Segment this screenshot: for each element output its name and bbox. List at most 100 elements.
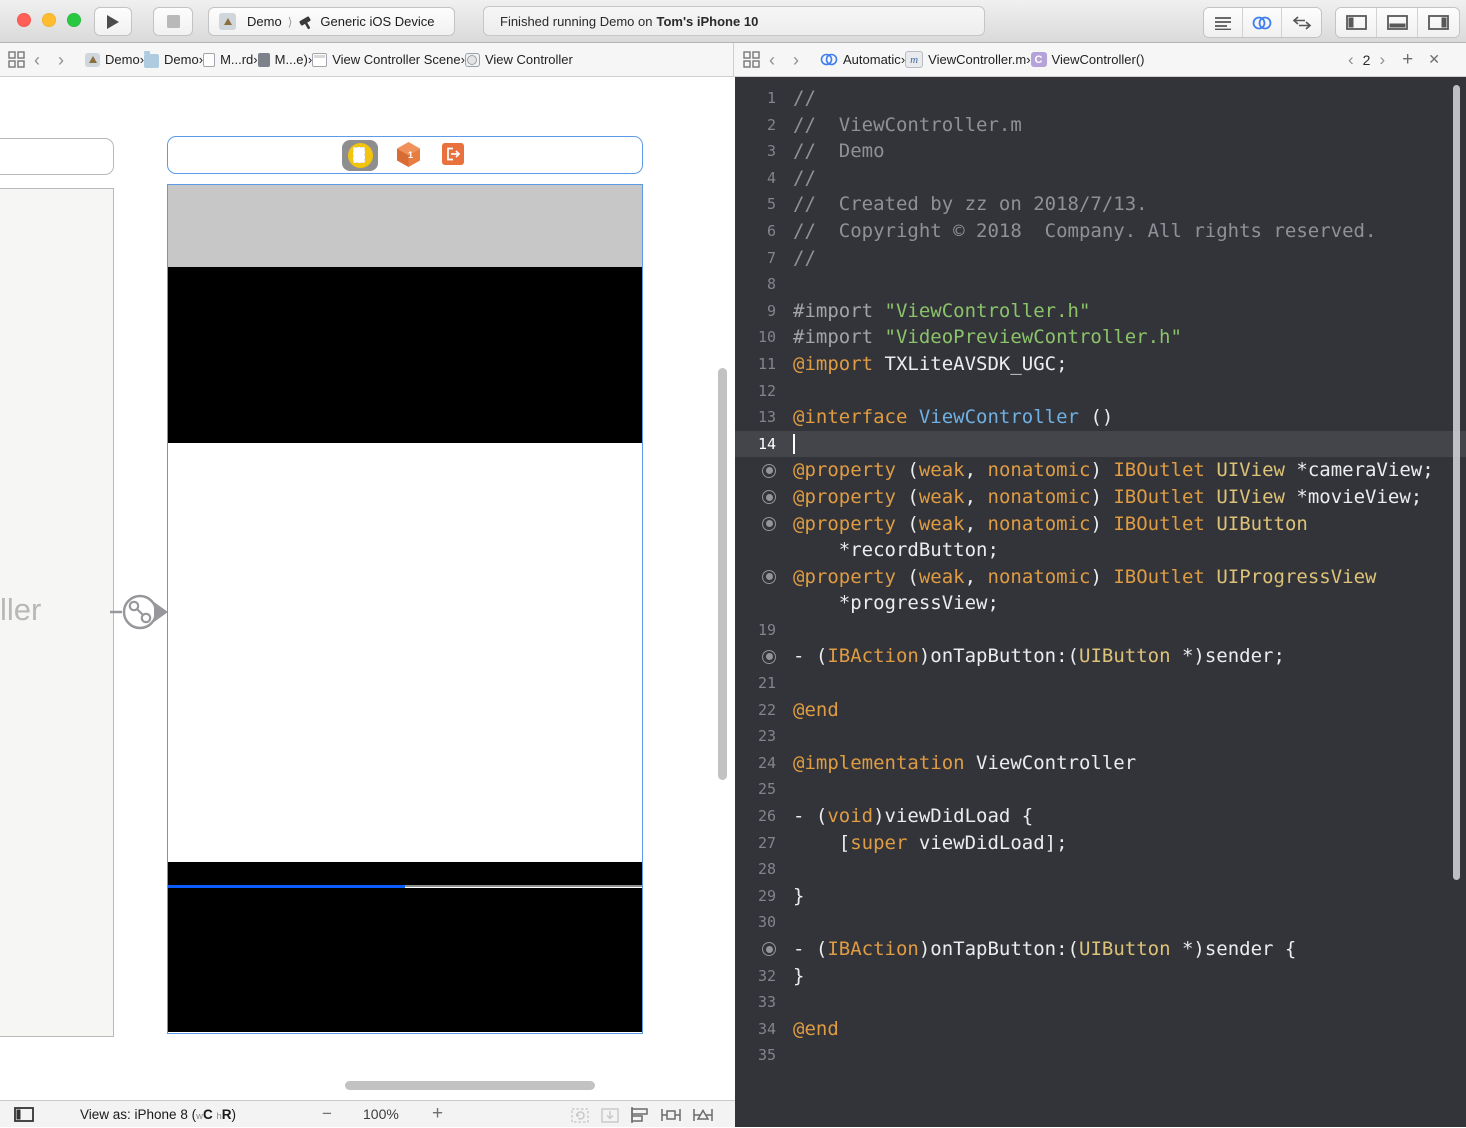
forward-button[interactable]: ›: [784, 51, 808, 69]
connection-well[interactable]: [762, 464, 776, 478]
view-as-label[interactable]: View as: iPhone 8 (wC hR): [80, 1107, 236, 1122]
code-line[interactable]: 27 [super viewDidLoad];: [735, 830, 1466, 857]
exit-icon[interactable]: [442, 143, 464, 165]
zoom-out-button[interactable]: −: [322, 1104, 332, 1124]
partial-scene-dock[interactable]: [0, 138, 114, 175]
crumb-assistant-mode[interactable]: Automatic: [820, 52, 901, 67]
code-line[interactable]: 24@implementation ViewController: [735, 750, 1466, 777]
zoom-in-button[interactable]: +: [432, 1103, 443, 1125]
code-line[interactable]: 2// ViewController.m: [735, 112, 1466, 139]
editor-scrollbar[interactable]: [1453, 85, 1460, 880]
window-zoom-button[interactable]: [67, 13, 81, 27]
code-line[interactable]: 22@end: [735, 697, 1466, 724]
code-line[interactable]: 23: [735, 723, 1466, 750]
crumb-group[interactable]: Demo: [144, 52, 199, 68]
stop-button[interactable]: [153, 7, 193, 36]
code-line[interactable]: 35: [735, 1042, 1466, 1069]
back-button[interactable]: ‹: [760, 51, 784, 69]
crumb-storyboard-base[interactable]: M...e): [258, 52, 308, 67]
crumb-counterpart-file[interactable]: mViewController.m: [905, 51, 1026, 68]
code-line[interactable]: 32}: [735, 963, 1466, 990]
zoom-level[interactable]: 100%: [363, 1106, 399, 1122]
code-line[interactable]: 12: [735, 378, 1466, 405]
assistant-prev-button[interactable]: ‹: [1348, 50, 1354, 70]
code-line[interactable]: 25: [735, 776, 1466, 803]
code-line[interactable]: - (IBAction)onTapButton:(UIButton *)send…: [735, 936, 1466, 963]
code-line[interactable]: 5// Created by zz on 2018/7/13.: [735, 191, 1466, 218]
version-editor-button[interactable]: [1282, 8, 1321, 37]
line-number: 30: [735, 909, 776, 936]
progress-view-track[interactable]: [405, 885, 642, 887]
crumb-storyboard-file[interactable]: M...rd: [203, 52, 253, 67]
assistant-editor-button[interactable]: [1243, 8, 1282, 37]
close-assistant-editor-button[interactable]: ✕: [1428, 51, 1440, 68]
code-line[interactable]: 26- (void)viewDidLoad {: [735, 803, 1466, 830]
code-line[interactable]: @property (weak, nonatomic) IBOutlet UIP…: [735, 564, 1466, 591]
code-line[interactable]: - (IBAction)onTapButton:(UIButton *)send…: [735, 643, 1466, 670]
toggle-debug-area-button[interactable]: [1377, 8, 1418, 37]
forward-button[interactable]: ›: [49, 51, 73, 69]
related-items-icon[interactable]: [743, 51, 760, 68]
run-button[interactable]: [94, 7, 132, 36]
code-line[interactable]: 10#import "VideoPreviewController.h": [735, 324, 1466, 351]
code-line[interactable]: 33: [735, 989, 1466, 1016]
code-line[interactable]: 34@end: [735, 1016, 1466, 1043]
connection-well[interactable]: [762, 942, 776, 956]
code-line[interactable]: 4//: [735, 165, 1466, 192]
standard-editor-button[interactable]: [1204, 8, 1243, 37]
code-line[interactable]: *progressView;: [735, 590, 1466, 617]
code-line[interactable]: 11@import TXLiteAVSDK_UGC;: [735, 351, 1466, 378]
code-line[interactable]: 8: [735, 271, 1466, 298]
view-controller-canvas[interactable]: Shoot: [167, 184, 643, 1034]
code-line[interactable]: 3// Demo: [735, 138, 1466, 165]
crumb-view-controller[interactable]: View Controller: [465, 52, 573, 67]
movie-view-strip[interactable]: [168, 862, 642, 885]
window-close-button[interactable]: [17, 13, 31, 27]
scheme-selector[interactable]: Demo ⟩ Generic iOS Device: [208, 7, 455, 36]
crumb-scene[interactable]: View Controller Scene: [312, 52, 460, 67]
record-button-region[interactable]: Shoot: [168, 888, 642, 1032]
camera-view-placeholder[interactable]: [168, 185, 642, 267]
code-line[interactable]: @property (weak, nonatomic) IBOutlet UIV…: [735, 457, 1466, 484]
content-white-region[interactable]: [168, 443, 642, 862]
add-constraints-icon[interactable]: [660, 1106, 682, 1124]
assistant-next-button[interactable]: ›: [1379, 50, 1385, 70]
code-line[interactable]: 21: [735, 670, 1466, 697]
canvas-vertical-scrollbar[interactable]: [718, 368, 727, 780]
crumb-symbol[interactable]: CViewController(): [1031, 52, 1145, 67]
connection-well[interactable]: [762, 650, 776, 664]
back-button[interactable]: ‹: [25, 51, 49, 69]
code-line[interactable]: *recordButton;: [735, 537, 1466, 564]
code-line[interactable]: 28: [735, 856, 1466, 883]
embed-in-stack-icon[interactable]: [600, 1106, 620, 1124]
code-line[interactable]: 19: [735, 617, 1466, 644]
connection-well[interactable]: [762, 490, 776, 504]
code-line[interactable]: 30: [735, 909, 1466, 936]
window-minimize-button[interactable]: [42, 13, 56, 27]
code-line[interactable]: @property (weak, nonatomic) IBOutlet UIB…: [735, 511, 1466, 538]
view-controller-dock-icon[interactable]: [342, 140, 378, 171]
toggle-navigator-button[interactable]: [1336, 8, 1377, 37]
update-frames-icon[interactable]: [570, 1106, 590, 1124]
code-line[interactable]: 13@interface ViewController (): [735, 404, 1466, 431]
align-icon[interactable]: [630, 1106, 650, 1124]
code-line[interactable]: 14: [735, 431, 1466, 458]
connection-well[interactable]: [762, 517, 776, 531]
canvas-horizontal-scrollbar[interactable]: [345, 1081, 595, 1090]
toggle-inspectors-button[interactable]: [1418, 8, 1459, 37]
crumb-project[interactable]: Demo: [85, 52, 140, 67]
related-items-icon[interactable]: [8, 51, 25, 68]
code-line[interactable]: 6// Copyright © 2018 Company. All rights…: [735, 218, 1466, 245]
add-assistant-editor-button[interactable]: +: [1402, 49, 1413, 71]
resolve-auto-layout-icon[interactable]: [692, 1106, 714, 1124]
code-line[interactable]: 29}: [735, 883, 1466, 910]
preview-black-region[interactable]: [168, 267, 642, 443]
source-code-editor[interactable]: 1//2// ViewController.m3// Demo4//5// Cr…: [735, 77, 1466, 1127]
code-line[interactable]: 1//: [735, 85, 1466, 112]
storyboard-entry-arrow-icon[interactable]: [110, 589, 170, 635]
code-line[interactable]: @property (weak, nonatomic) IBOutlet UIV…: [735, 484, 1466, 511]
document-outline-toggle[interactable]: [14, 1107, 34, 1122]
code-line[interactable]: 9#import "ViewController.h": [735, 298, 1466, 325]
connection-well[interactable]: [762, 570, 776, 584]
code-line[interactable]: 7//: [735, 245, 1466, 272]
